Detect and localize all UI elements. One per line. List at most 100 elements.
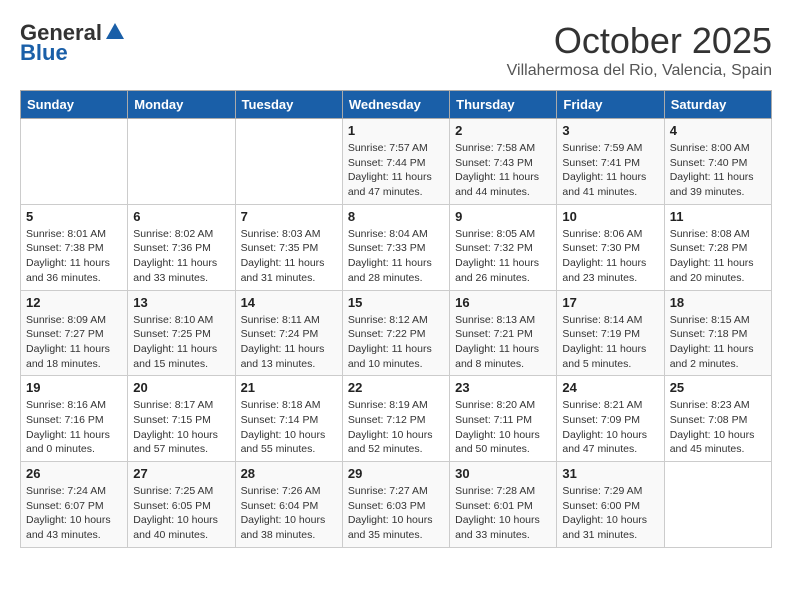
calendar-cell: 19 Sunrise: 8:16 AMSunset: 7:16 PMDayligh… [21,376,128,462]
day-number: 5 [26,209,122,224]
day-number: 24 [562,380,658,395]
day-number: 27 [133,466,229,481]
day-info: Sunrise: 8:15 AMSunset: 7:18 PMDaylight:… [670,313,766,372]
day-info: Sunrise: 8:06 AMSunset: 7:30 PMDaylight:… [562,227,658,286]
day-number: 22 [348,380,444,395]
header: General Blue October 2025 Villahermosa d… [20,20,772,80]
calendar-cell: 26 Sunrise: 7:24 AMSunset: 6:07 PMDayligh… [21,462,128,548]
calendar-cell: 20Sunrise: 8:17 AMSunset: 7:15 PMDayligh… [128,376,235,462]
calendar-cell: 10 Sunrise: 8:06 AMSunset: 7:30 PMDayligh… [557,204,664,290]
calendar-cell: 4Sunrise: 8:00 AMSunset: 7:40 PMDaylight… [664,119,771,205]
calendar-cell [664,462,771,548]
day-header-friday: Friday [557,91,664,119]
day-number: 29 [348,466,444,481]
day-number: 4 [670,123,766,138]
day-info: Sunrise: 8:12 AMSunset: 7:22 PMDaylight:… [348,313,444,372]
day-number: 20 [133,380,229,395]
day-info: Sunrise: 8:20 AMSunset: 7:11 PMDaylight:… [455,398,551,457]
day-info: Sunrise: 7:27 AMSunset: 6:03 PMDaylight:… [348,484,444,543]
calendar-cell: 28 Sunrise: 7:26 AMSunset: 6:04 PMDayligh… [235,462,342,548]
calendar-cell: 11Sunrise: 8:08 AMSunset: 7:28 PMDayligh… [664,204,771,290]
day-number: 7 [241,209,337,224]
day-info: Sunrise: 8:13 AMSunset: 7:21 PMDaylight:… [455,313,551,372]
calendar-cell: 25 Sunrise: 8:23 AMSunset: 7:08 PMDayligh… [664,376,771,462]
calendar-cell: 18 Sunrise: 8:15 AMSunset: 7:18 PMDayligh… [664,290,771,376]
day-header-wednesday: Wednesday [342,91,449,119]
day-number: 10 [562,209,658,224]
calendar-cell: 17Sunrise: 8:14 AMSunset: 7:19 PMDayligh… [557,290,664,376]
month-title: October 2025 [507,20,772,62]
day-number: 3 [562,123,658,138]
calendar-cell: 12 Sunrise: 8:09 AMSunset: 7:27 PMDayligh… [21,290,128,376]
week-row-2: 5 Sunrise: 8:01 AMSunset: 7:38 PMDaylight… [21,204,772,290]
day-number: 26 [26,466,122,481]
day-number: 8 [348,209,444,224]
day-number: 2 [455,123,551,138]
day-info: Sunrise: 7:59 AMSunset: 7:41 PMDaylight:… [562,141,658,200]
calendar-cell: 3 Sunrise: 7:59 AMSunset: 7:41 PMDaylight… [557,119,664,205]
day-info: Sunrise: 7:29 AMSunset: 6:00 PMDaylight:… [562,484,658,543]
day-info: Sunrise: 8:05 AMSunset: 7:32 PMDaylight:… [455,227,551,286]
week-row-5: 26 Sunrise: 7:24 AMSunset: 6:07 PMDayligh… [21,462,772,548]
day-number: 25 [670,380,766,395]
day-header-saturday: Saturday [664,91,771,119]
location-title: Villahermosa del Rio, Valencia, Spain [507,62,772,80]
calendar-cell: 27Sunrise: 7:25 AMSunset: 6:05 PMDayligh… [128,462,235,548]
logo: General Blue [20,20,126,66]
calendar-cell: 22 Sunrise: 8:19 AMSunset: 7:12 PMDayligh… [342,376,449,462]
day-info: Sunrise: 7:24 AMSunset: 6:07 PMDaylight:… [26,484,122,543]
calendar-cell: 31Sunrise: 7:29 AMSunset: 6:00 PMDayligh… [557,462,664,548]
day-number: 13 [133,295,229,310]
calendar-cell: 29 Sunrise: 7:27 AMSunset: 6:03 PMDayligh… [342,462,449,548]
calendar-cell: 15 Sunrise: 8:12 AMSunset: 7:22 PMDayligh… [342,290,449,376]
day-number: 30 [455,466,551,481]
day-info: Sunrise: 8:10 AMSunset: 7:25 PMDaylight:… [133,313,229,372]
day-header-sunday: Sunday [21,91,128,119]
calendar-cell: 7Sunrise: 8:03 AMSunset: 7:35 PMDaylight… [235,204,342,290]
calendar-cell: 6Sunrise: 8:02 AMSunset: 7:36 PMDaylight… [128,204,235,290]
calendar-cell: 14 Sunrise: 8:11 AMSunset: 7:24 PMDayligh… [235,290,342,376]
day-info: Sunrise: 8:01 AMSunset: 7:38 PMDaylight:… [26,227,122,286]
week-row-3: 12 Sunrise: 8:09 AMSunset: 7:27 PMDayligh… [21,290,772,376]
day-number: 21 [241,380,337,395]
day-info: Sunrise: 7:28 AMSunset: 6:01 PMDaylight:… [455,484,551,543]
day-number: 12 [26,295,122,310]
calendar-cell: 21Sunrise: 8:18 AMSunset: 7:14 PMDayligh… [235,376,342,462]
day-info: Sunrise: 8:16 AMSunset: 7:16 PMDaylight:… [26,398,122,457]
day-number: 9 [455,209,551,224]
calendar-cell: 8Sunrise: 8:04 AMSunset: 7:33 PMDaylight… [342,204,449,290]
day-number: 14 [241,295,337,310]
day-number: 17 [562,295,658,310]
day-header-thursday: Thursday [450,91,557,119]
logo-blue-text: Blue [20,40,68,66]
calendar-cell [128,119,235,205]
day-info: Sunrise: 8:21 AMSunset: 7:09 PMDaylight:… [562,398,658,457]
day-number: 18 [670,295,766,310]
calendar-cell: 24 Sunrise: 8:21 AMSunset: 7:09 PMDayligh… [557,376,664,462]
day-header-tuesday: Tuesday [235,91,342,119]
calendar-cell [21,119,128,205]
calendar-cell: 2 Sunrise: 7:58 AMSunset: 7:43 PMDaylight… [450,119,557,205]
day-info: Sunrise: 7:58 AMSunset: 7:43 PMDaylight:… [455,141,551,200]
day-info: Sunrise: 8:23 AMSunset: 7:08 PMDaylight:… [670,398,766,457]
day-number: 19 [26,380,122,395]
calendar-cell: 23 Sunrise: 8:20 AMSunset: 7:11 PMDayligh… [450,376,557,462]
calendar-cell: 9 Sunrise: 8:05 AMSunset: 7:32 PMDaylight… [450,204,557,290]
day-info: Sunrise: 8:11 AMSunset: 7:24 PMDaylight:… [241,313,337,372]
day-number: 28 [241,466,337,481]
day-info: Sunrise: 7:26 AMSunset: 6:04 PMDaylight:… [241,484,337,543]
calendar-table: SundayMondayTuesdayWednesdayThursdayFrid… [20,90,772,548]
day-info: Sunrise: 8:08 AMSunset: 7:28 PMDaylight:… [670,227,766,286]
day-number: 1 [348,123,444,138]
logo-icon [104,21,126,43]
day-number: 16 [455,295,551,310]
calendar-cell: 30 Sunrise: 7:28 AMSunset: 6:01 PMDayligh… [450,462,557,548]
day-number: 6 [133,209,229,224]
day-info: Sunrise: 8:09 AMSunset: 7:27 PMDaylight:… [26,313,122,372]
calendar-cell: 5 Sunrise: 8:01 AMSunset: 7:38 PMDaylight… [21,204,128,290]
day-info: Sunrise: 8:19 AMSunset: 7:12 PMDaylight:… [348,398,444,457]
calendar-cell: 1 Sunrise: 7:57 AMSunset: 7:44 PMDaylight… [342,119,449,205]
day-number: 23 [455,380,551,395]
day-info: Sunrise: 7:57 AMSunset: 7:44 PMDaylight:… [348,141,444,200]
day-number: 15 [348,295,444,310]
